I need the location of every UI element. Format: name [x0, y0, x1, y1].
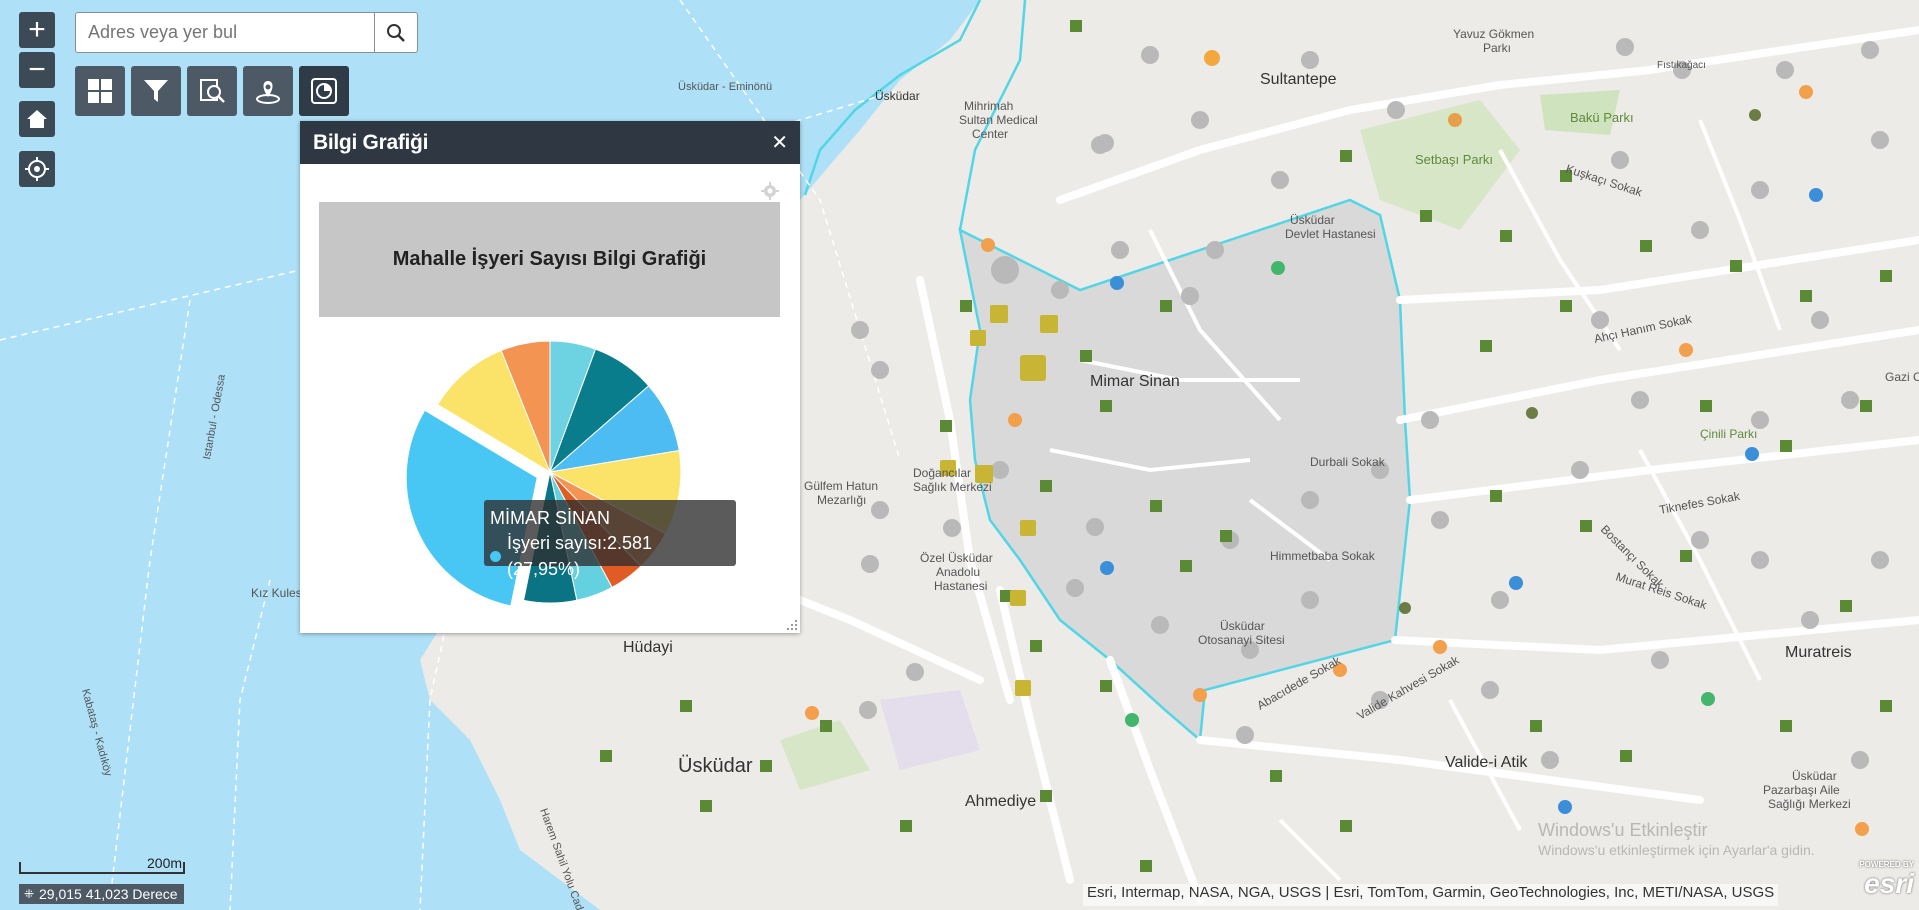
filter-button[interactable] [131, 66, 181, 116]
scale-label: 200m [147, 855, 183, 871]
svg-text:Sağlık Merkezi: Sağlık Merkezi [913, 480, 992, 494]
svg-text:Sultan Medical: Sultan Medical [959, 113, 1038, 127]
svg-text:Doğancılar: Doğancılar [913, 466, 971, 480]
chart-title-box: Mahalle İşyeri Sayısı Bilgi Grafiği [319, 202, 780, 317]
svg-text:Anadolu: Anadolu [936, 565, 980, 579]
resize-handle-icon[interactable] [786, 619, 798, 631]
svg-text:Ahmediye: Ahmediye [965, 793, 1036, 810]
locate-icon [25, 157, 49, 181]
search-input[interactable] [75, 12, 375, 53]
svg-text:Mezarlığı: Mezarlığı [817, 493, 866, 507]
zoom-out-button[interactable]: − [19, 52, 55, 88]
home-button[interactable] [19, 101, 55, 137]
windows-activation-hint: Windows'u etkinleştirmek için Ayarlar'a … [1538, 842, 1815, 858]
svg-text:Gülfem Hatun: Gülfem Hatun [804, 479, 878, 493]
grid-icon [88, 79, 112, 103]
chart-button[interactable] [299, 66, 349, 116]
svg-text:Bakü Parkı: Bakü Parkı [1570, 110, 1634, 125]
svg-text:Hüdayi: Hüdayi [623, 639, 673, 656]
svg-text:Sağlığı Merkezi: Sağlığı Merkezi [1768, 797, 1851, 811]
widgets-button[interactable] [75, 66, 125, 116]
search-icon [387, 23, 405, 42]
panel-header: Bilgi Grafiği ✕ [300, 121, 800, 164]
tooltip-name: MİMAR SİNAN [490, 508, 611, 528]
zoom-in-icon: + [28, 13, 46, 46]
close-icon[interactable]: ✕ [771, 130, 788, 155]
map-label-sultantepe: Sultantepe [1260, 71, 1337, 88]
svg-text:Otosanayi Sitesi: Otosanayi Sitesi [1198, 633, 1285, 647]
chart-panel: Bilgi Grafiği ✕ Mahalle İşyeri Sayısı Bi… [300, 121, 800, 633]
svg-text:Üsküdar: Üsküdar [1792, 769, 1837, 783]
svg-text:Üsküdar: Üsküdar [1290, 213, 1335, 227]
svg-text:Devlet Hastanesi: Devlet Hastanesi [1285, 227, 1376, 241]
home-icon [27, 110, 47, 128]
svg-text:Üsküdar: Üsküdar [875, 89, 920, 103]
windows-activation-title: Windows'u Etkinleştir [1538, 820, 1708, 840]
location-analysis-button[interactable] [243, 66, 293, 116]
tooltip-value: İşyeri sayısı:2.581 (27,95%) [507, 533, 653, 579]
svg-text:Muratreis: Muratreis [1785, 644, 1852, 661]
coordinate-readout[interactable]: ⁜ 29,015 41,023 Derece [19, 884, 184, 904]
map-attribution: Esri, Intermap, NASA, NGA, USGS | Esri, … [1083, 884, 1779, 906]
zoom-in-button[interactable]: + [19, 12, 55, 48]
svg-text:Pazarbaşı Aile: Pazarbaşı Aile [1763, 783, 1840, 797]
series-dot [490, 550, 501, 562]
locate-button[interactable] [19, 151, 55, 187]
chart-icon [311, 78, 337, 104]
svg-text:Kız Kulesi: Kız Kulesi [251, 586, 304, 600]
query-button[interactable] [187, 66, 237, 116]
svg-text:Setbaşı Parkı: Setbaşı Parkı [1415, 152, 1493, 167]
svg-text:Üsküdar - Eminönü: Üsküdar - Eminönü [678, 81, 772, 93]
filter-icon [144, 80, 168, 102]
svg-text:Parkı: Parkı [1483, 41, 1511, 55]
svg-text:Valide-i Atik: Valide-i Atik [1445, 754, 1528, 771]
map-view[interactable]: Sultantepe Yavuz GökmenParkı Fıstıkağacı… [0, 0, 1919, 910]
crosshair-icon: ⁜ [23, 887, 35, 901]
svg-text:Özel Üsküdar: Özel Üsküdar [920, 551, 993, 565]
svg-text:Fıstıkağacı: Fıstıkağacı [1657, 60, 1706, 71]
search-button[interactable] [375, 12, 418, 53]
esri-logo: POWERED BY esri [1838, 860, 1914, 904]
svg-text:Üsküdar: Üsküdar [678, 755, 753, 777]
query-icon [200, 79, 225, 103]
svg-text:Himmetbaba Sokak: Himmetbaba Sokak [1270, 549, 1376, 563]
svg-text:Yavuz Gökmen: Yavuz Gökmen [1453, 27, 1534, 41]
svg-text:Çinili Parkı: Çinili Parkı [1700, 427, 1757, 441]
settings-icon[interactable] [761, 182, 779, 200]
tooltip-value-row: İşyeri sayısı:2.581 (27,95%) [490, 530, 730, 582]
coordinate-text: 29,015 41,023 Derece [39, 886, 178, 902]
panel-title: Bilgi Grafiği [313, 130, 429, 154]
esri-wordmark: esri [1864, 868, 1914, 899]
svg-text:Mimar Sinan: Mimar Sinan [1090, 373, 1180, 390]
svg-text:Gazi Ca: Gazi Ca [1885, 370, 1919, 384]
svg-text:Mihrimah: Mihrimah [964, 99, 1013, 113]
location-analysis-icon [256, 81, 280, 104]
zoom-out-icon: − [28, 53, 46, 86]
chart-tooltip: MİMAR SİNAN İşyeri sayısı:2.581 (27,95%) [484, 500, 736, 579]
svg-text:Üsküdar: Üsküdar [1220, 619, 1265, 633]
chart-title: Mahalle İşyeri Sayısı Bilgi Grafiği [392, 248, 707, 270]
svg-text:Durbali Sokak: Durbali Sokak [1310, 455, 1386, 469]
svg-text:Hastanesi: Hastanesi [934, 579, 987, 593]
svg-text:Center: Center [972, 127, 1008, 141]
